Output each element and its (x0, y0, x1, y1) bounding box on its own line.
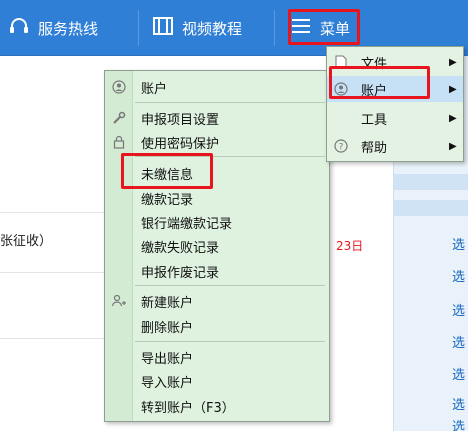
menu-item-payment-records[interactable]: 缴款记录 (105, 187, 331, 209)
film-icon (152, 16, 174, 40)
menu-item-failed-payment-records[interactable]: 缴款失败记录 (105, 235, 331, 257)
menu-item-export-account[interactable]: 导出账户 (105, 346, 331, 368)
menu-item-label: 工具 (361, 112, 388, 128)
video-tutorial-label: 视频教程 (182, 19, 243, 38)
main-menu: 文件 ▶ 账户 ▶ 工具 ▶ ? 帮助 ▶ (326, 46, 464, 162)
menu-item-label: 缴款记录 (141, 192, 194, 208)
panel-strip (394, 174, 468, 190)
add-user-icon (105, 290, 133, 312)
menu-item-tools[interactable]: 工具 ▶ (327, 105, 463, 131)
toolbar-divider (138, 10, 139, 46)
select-link[interactable]: 选 (452, 266, 466, 285)
menu-item-label: 账户 (361, 83, 388, 99)
menu-item-help[interactable]: ? 帮助 ▶ (327, 133, 463, 159)
headset-icon (8, 15, 30, 41)
menu-item-label: 删除账户 (141, 320, 194, 336)
menu-item-voided-declaration-records[interactable]: 申报作废记录 (105, 260, 331, 282)
menu-item-declaration-settings[interactable]: 申报项目设置 (105, 107, 331, 129)
menu-item-label: 导出账户 (141, 351, 194, 367)
submenu-arrow-icon: ▶ (449, 140, 457, 152)
menu-item-password-protection[interactable]: 使用密码保护 (105, 131, 331, 153)
menu-separator (135, 341, 325, 342)
menu-item-switch-account[interactable]: 转到账户（F3） (105, 395, 331, 417)
menu-item-label: 新建账户 (141, 295, 194, 311)
select-link[interactable]: 选 (452, 300, 466, 319)
menu-item-label: 转到账户（F3） (141, 400, 235, 416)
user-icon (327, 82, 355, 96)
menu-item-delete-account[interactable]: 删除账户 (105, 315, 331, 337)
menu-separator (135, 102, 325, 103)
menu-item-label: 银行端缴款记录 (141, 216, 233, 232)
hotline-label: 服务热线 (38, 19, 99, 38)
menu-item-file[interactable]: 文件 ▶ (327, 49, 463, 75)
document-icon (327, 55, 355, 69)
svg-text:?: ? (339, 143, 344, 153)
video-tutorial-button[interactable]: 视频教程 (152, 0, 242, 56)
menu-item-account[interactable]: 账户 (105, 76, 331, 98)
menu-item-label: 申报作废记录 (141, 265, 220, 281)
hotline-button[interactable]: 服务热线 (8, 0, 98, 56)
menu-separator (135, 285, 325, 286)
help-icon: ? (327, 139, 355, 153)
menu-item-label: 缴款失败记录 (141, 240, 220, 256)
submenu-arrow-icon: ▶ (449, 83, 457, 95)
menu-item-label: 账户 (141, 81, 168, 97)
menu-item-label: 帮助 (361, 140, 388, 156)
select-link[interactable]: 选 (452, 234, 466, 253)
menu-item-label: 导入账户 (141, 375, 194, 391)
hamburger-icon (290, 17, 312, 39)
menu-separator (135, 156, 325, 157)
wrench-icon (105, 107, 133, 129)
menu-item-new-account[interactable]: 新建账户 (105, 290, 331, 312)
panel-strip (394, 200, 468, 216)
submenu-arrow-icon: ▶ (449, 56, 457, 68)
lock-icon (105, 131, 133, 153)
account-submenu: 账户 申报项目设置 使用密码保护 未缴信息 缴款记录 银行端缴款记录 缴款失败记… (104, 70, 330, 422)
select-link[interactable]: 选 (452, 394, 466, 413)
select-link[interactable]: 选 (452, 332, 466, 351)
menu-item-label: 使用密码保护 (141, 136, 220, 152)
menu-label: 菜单 (320, 19, 351, 38)
menu-item-import-account[interactable]: 导入账户 (105, 370, 331, 392)
toolbar-divider (274, 10, 275, 46)
menu-item-label: 文件 (361, 56, 388, 72)
background-text: 张征收） (0, 234, 53, 249)
select-link[interactable]: 选 (452, 416, 466, 431)
submenu-arrow-icon: ▶ (449, 112, 457, 124)
menu-item-unpaid-info[interactable]: 未缴信息 (105, 162, 331, 184)
select-link[interactable]: 选 (452, 364, 466, 383)
menu-item-account[interactable]: 账户 ▶ (327, 76, 463, 102)
menu-item-label: 申报项目设置 (141, 112, 220, 128)
menu-item-bank-payment-records[interactable]: 银行端缴款记录 (105, 211, 331, 233)
date-text: 23日 (336, 239, 364, 253)
user-icon (105, 76, 133, 98)
menu-item-label: 未缴信息 (141, 167, 194, 183)
